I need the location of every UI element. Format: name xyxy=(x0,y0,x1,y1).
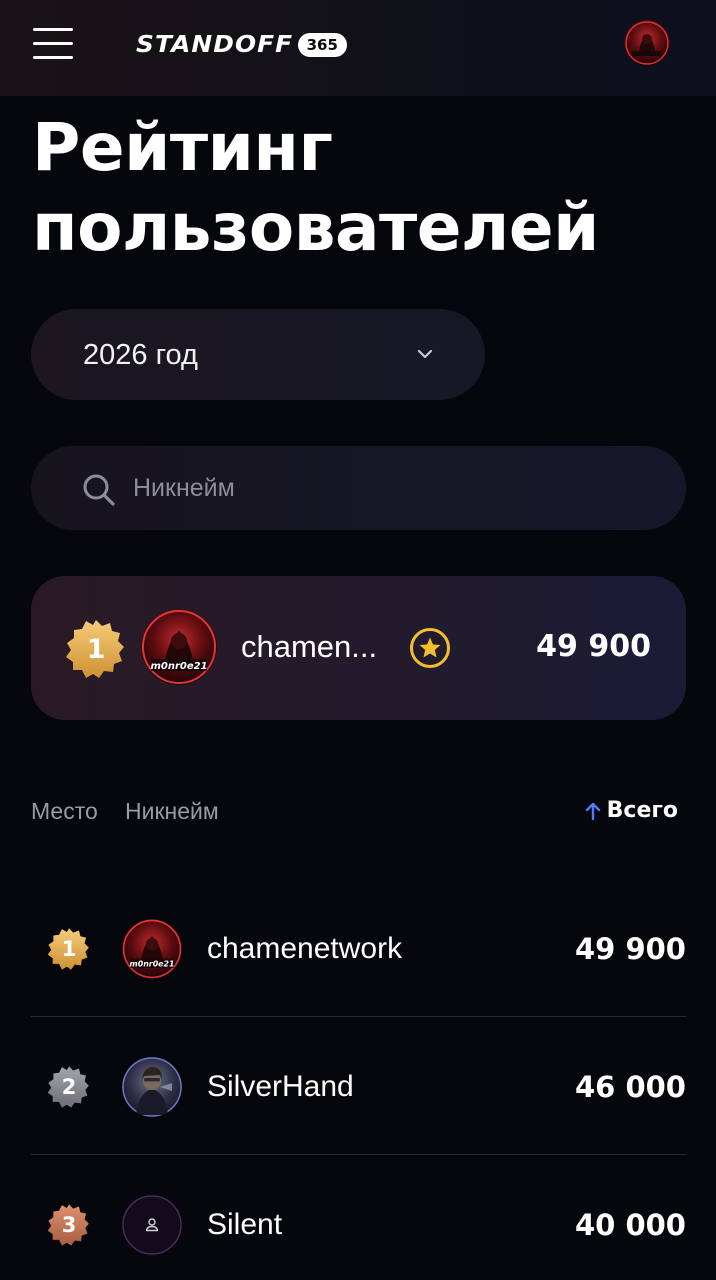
hamburger-menu-icon[interactable] xyxy=(33,27,73,61)
avatar: m0nr0e21 xyxy=(122,919,182,979)
current-user-score: 49 900 xyxy=(536,629,651,664)
standoff-logo[interactable]: STANDOFF 365 xyxy=(136,30,347,60)
logo-badge: 365 xyxy=(297,33,347,57)
page-title: Рейтинг пользователей xyxy=(32,108,692,268)
column-header-place: Место xyxy=(31,798,98,824)
user-avatar[interactable] xyxy=(624,20,670,66)
avatar: m0nr0e21 xyxy=(141,609,217,685)
search-icon xyxy=(83,474,115,506)
place-badge-bronze: 3 xyxy=(47,1203,91,1247)
place-number: 2 xyxy=(61,1075,77,1099)
page-title-line1: Рейтинг xyxy=(32,109,333,186)
place-badge-gold: 1 xyxy=(65,618,127,680)
column-header-nickname: Никнейм xyxy=(125,798,219,824)
row-score: 49 900 xyxy=(575,932,686,966)
place-number: 1 xyxy=(61,937,77,961)
row-score: 40 000 xyxy=(575,1208,686,1242)
column-header-total: Всего xyxy=(606,798,678,823)
avatar xyxy=(122,1057,182,1117)
current-user-nickname: chamen... xyxy=(241,629,378,664)
avatar-text: m0nr0e21 xyxy=(150,661,207,672)
row-score: 46 000 xyxy=(575,1070,686,1104)
arrow-up-icon xyxy=(585,802,600,820)
page-title-line2: пользователей xyxy=(32,189,599,266)
place-number: 1 xyxy=(86,633,106,665)
place-number: 3 xyxy=(61,1213,77,1237)
table-row[interactable]: 1 m0nr0e21 chamenetwork 49 900 xyxy=(31,880,686,1017)
search-input[interactable] xyxy=(133,466,653,510)
top-header: STANDOFF 365 xyxy=(0,0,716,96)
table-row[interactable]: 3 Silent 40 000 xyxy=(31,1156,686,1280)
chevron-down-icon xyxy=(417,349,433,359)
table-row[interactable]: 2 SilverHand 46 000 xyxy=(31,1018,686,1155)
row-nickname[interactable]: SilverHand xyxy=(207,1070,354,1104)
current-user-card[interactable]: 1 m0nr0e21 chamen... 49 900 xyxy=(31,576,686,720)
search-box xyxy=(31,446,686,530)
row-nickname[interactable]: Silent xyxy=(207,1208,282,1242)
star-icon xyxy=(410,628,450,668)
row-nickname[interactable]: chamenetwork xyxy=(207,932,402,966)
place-badge-gold: 1 xyxy=(47,927,91,971)
logo-text: STANDOFF xyxy=(136,32,294,58)
place-badge-silver: 2 xyxy=(47,1065,91,1109)
avatar-text: m0nr0e21 xyxy=(130,959,175,968)
avatar-placeholder xyxy=(122,1195,182,1255)
year-select-value: 2026 год xyxy=(83,339,198,371)
year-select[interactable]: 2026 год xyxy=(31,309,485,400)
sort-total-button[interactable]: Всего xyxy=(585,798,678,823)
